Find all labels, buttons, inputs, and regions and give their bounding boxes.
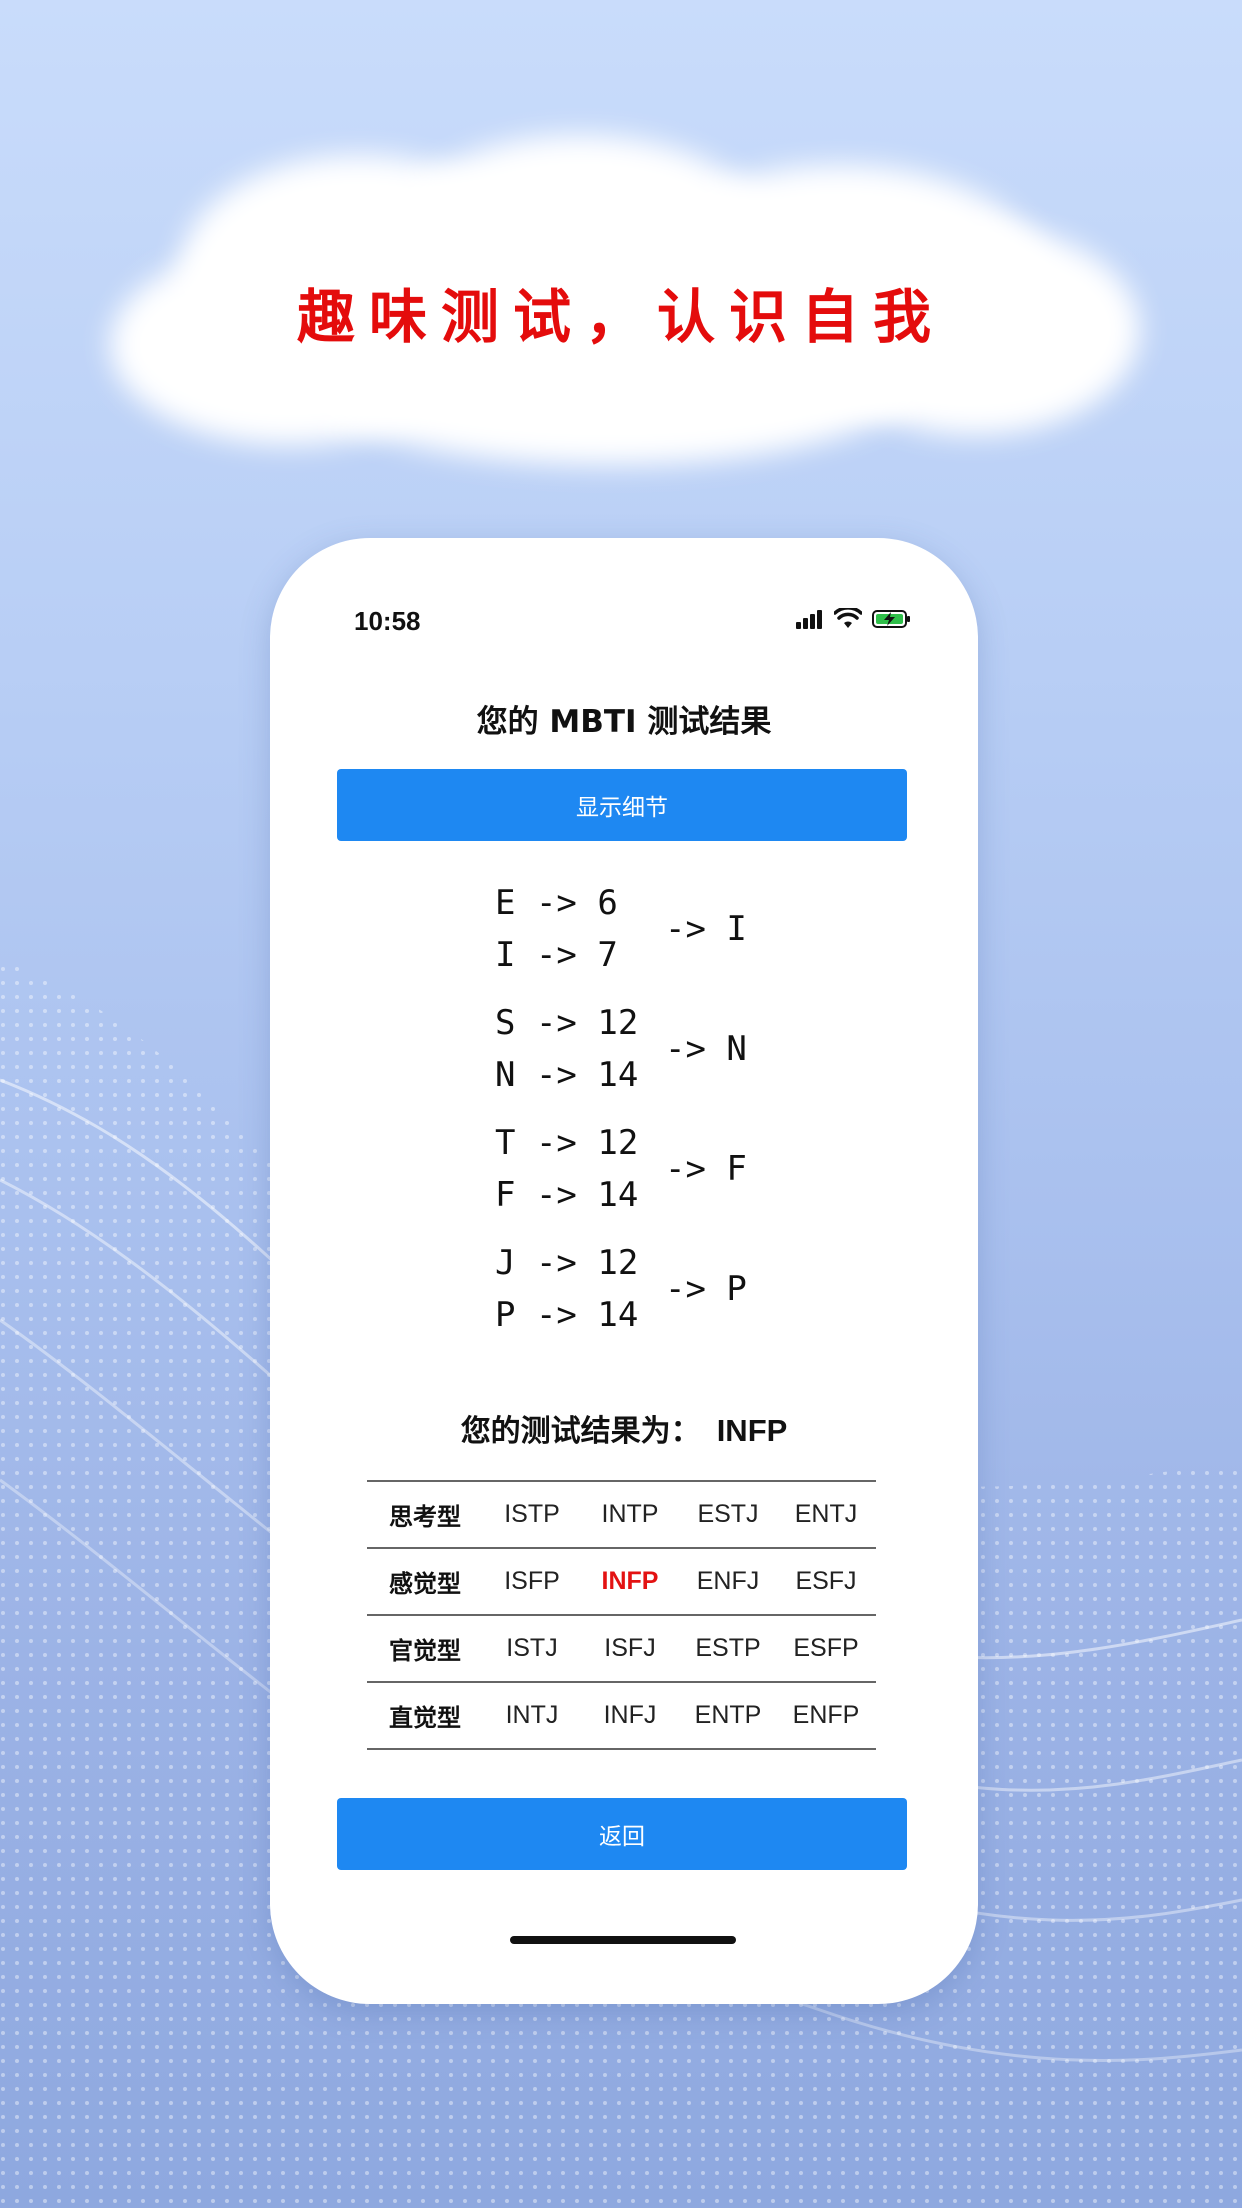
battery-charging-icon [872, 610, 910, 628]
type-cell: INTP [601, 1500, 659, 1528]
type-cell: ENFP [792, 1701, 860, 1729]
score-pair-jp: J -> 12 P -> 14 -> P [270, 1243, 978, 1353]
row-category: 官觉型 [389, 1637, 461, 1665]
wifi-icon [834, 608, 862, 628]
type-cell: ISTP [504, 1500, 560, 1528]
score-winner: -> P [665, 1269, 747, 1309]
table-row: 感觉型 ISFP INFP ENFJ ESFJ [367, 1549, 876, 1616]
score-winner: -> N [665, 1029, 747, 1069]
score-line: I -> 7 [495, 935, 618, 975]
type-cell: INFJ [603, 1701, 657, 1729]
type-cell: ESFP [793, 1634, 859, 1662]
score-pair-tf: T -> 12 F -> 14 -> F [270, 1123, 978, 1233]
show-details-button[interactable]: 显示细节 [337, 769, 907, 841]
score-winner: -> F [665, 1149, 747, 1189]
type-cell: INTJ [505, 1701, 559, 1729]
type-cell: ISFJ [604, 1634, 656, 1662]
table-row: 官觉型 ISTJ ISFJ ESTP ESFP [367, 1616, 876, 1683]
type-cell: ESTJ [697, 1500, 759, 1528]
score-line: N -> 14 [495, 1055, 639, 1095]
score-line: P -> 14 [495, 1295, 639, 1335]
status-time: 10:58 [354, 606, 421, 636]
mbti-type-table: 思考型 ISTP INTP ESTJ ENTJ 感觉型 ISFP INFP EN… [367, 1480, 876, 1750]
score-winner: -> I [665, 909, 747, 949]
result-value: INFP [716, 1413, 788, 1448]
type-cell: ESFJ [795, 1567, 857, 1595]
result-label: 您的测试结果为： [460, 1414, 701, 1449]
back-button[interactable]: 返回 [337, 1798, 907, 1870]
type-cell: INFP [601, 1567, 659, 1595]
type-cell: ESTP [695, 1634, 761, 1662]
score-line: S -> 12 [495, 1003, 639, 1043]
score-line: E -> 6 [495, 883, 618, 923]
type-cell: ENTP [694, 1701, 762, 1729]
table-row: 思考型 ISTP INTP ESTJ ENTJ [367, 1482, 876, 1549]
cellular-signal-icon [796, 610, 822, 629]
row-category: 感觉型 [389, 1570, 461, 1598]
home-indicator[interactable] [510, 1936, 736, 1944]
row-category: 直觉型 [389, 1704, 461, 1732]
type-cell: ISTJ [506, 1634, 558, 1662]
type-cell: ISFP [504, 1567, 560, 1595]
score-pair-ei: E -> 6 I -> 7 -> I [270, 883, 978, 993]
row-category: 思考型 [389, 1503, 461, 1531]
phone-screen: 10:58 您的 MBTI 测试结果 显示细节 E -> 6 I -> 7 ->… [270, 538, 978, 2004]
score-pair-sn: S -> 12 N -> 14 -> N [270, 1003, 978, 1113]
status-icons [796, 608, 912, 630]
result-summary: 您的测试结果为： INFP [270, 1406, 978, 1450]
score-line: J -> 12 [495, 1243, 639, 1283]
table-row: 直觉型 INTJ INFJ ENTP ENFP [367, 1683, 876, 1750]
score-line: T -> 12 [495, 1123, 639, 1163]
type-cell: ENTJ [794, 1500, 858, 1528]
type-cell: ENFJ [696, 1567, 760, 1595]
score-line: F -> 14 [495, 1175, 639, 1215]
promo-headline: 趣味测试，认识自我 [296, 283, 945, 351]
page-title: 您的 MBTI 测试结果 [476, 704, 772, 740]
